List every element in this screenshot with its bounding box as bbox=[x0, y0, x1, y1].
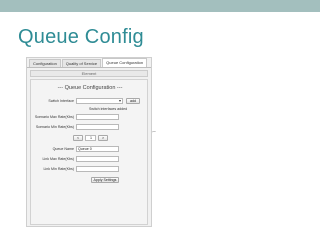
add-button[interactable]: add bbox=[126, 98, 140, 104]
queue-name-field[interactable]: Queue 0 bbox=[76, 146, 119, 152]
app-window: Configuration Quality of Service Queue C… bbox=[26, 57, 152, 227]
slide-top-rule bbox=[0, 0, 320, 12]
queue-index-field[interactable]: 1 bbox=[85, 135, 96, 141]
scenario-max-rate-field[interactable] bbox=[76, 114, 119, 120]
queue-name-label: Queue Name bbox=[52, 147, 74, 151]
switch-interface-select[interactable]: ▾ bbox=[76, 98, 123, 104]
queue-config-panel: --- Queue Configuration --- Switch Inter… bbox=[30, 79, 148, 225]
link-min-rate-label: Link Min Rate(Kbs) bbox=[43, 167, 74, 171]
scenario-max-rate-label: Scenario Max Rate(Kbs) bbox=[34, 115, 74, 119]
section-title: --- Queue Configuration --- bbox=[57, 85, 123, 91]
element-toolbar[interactable]: Element bbox=[30, 70, 148, 77]
chevron-down-icon: ▾ bbox=[118, 98, 121, 103]
scenario-min-rate-label: Scenario Min Rate(Kbs) bbox=[35, 125, 74, 129]
link-max-rate-field[interactable] bbox=[76, 156, 119, 162]
queue-prev-button[interactable]: < bbox=[73, 135, 83, 141]
tab-queue-configuration[interactable]: Queue Configuration bbox=[102, 58, 148, 67]
slide-title: Queue Config bbox=[18, 26, 144, 48]
switch-interface-label: Switch Interface bbox=[48, 99, 74, 103]
apply-settings-button[interactable]: Apply Settings bbox=[91, 177, 119, 183]
link-min-rate-field[interactable] bbox=[76, 166, 119, 172]
tab-quality-of-service[interactable]: Quality of Service bbox=[61, 59, 102, 67]
scenario-min-rate-field[interactable] bbox=[76, 124, 119, 130]
link-max-rate-label: Link Max Rate(Kbs) bbox=[42, 157, 74, 161]
tab-strip: Configuration Quality of Service Queue C… bbox=[27, 58, 151, 68]
resize-handle-icon bbox=[152, 131, 156, 133]
switch-added-note: Switch interfaces added bbox=[89, 107, 128, 111]
tab-configuration[interactable]: Configuration bbox=[29, 59, 61, 67]
queue-next-button[interactable]: > bbox=[98, 135, 108, 141]
